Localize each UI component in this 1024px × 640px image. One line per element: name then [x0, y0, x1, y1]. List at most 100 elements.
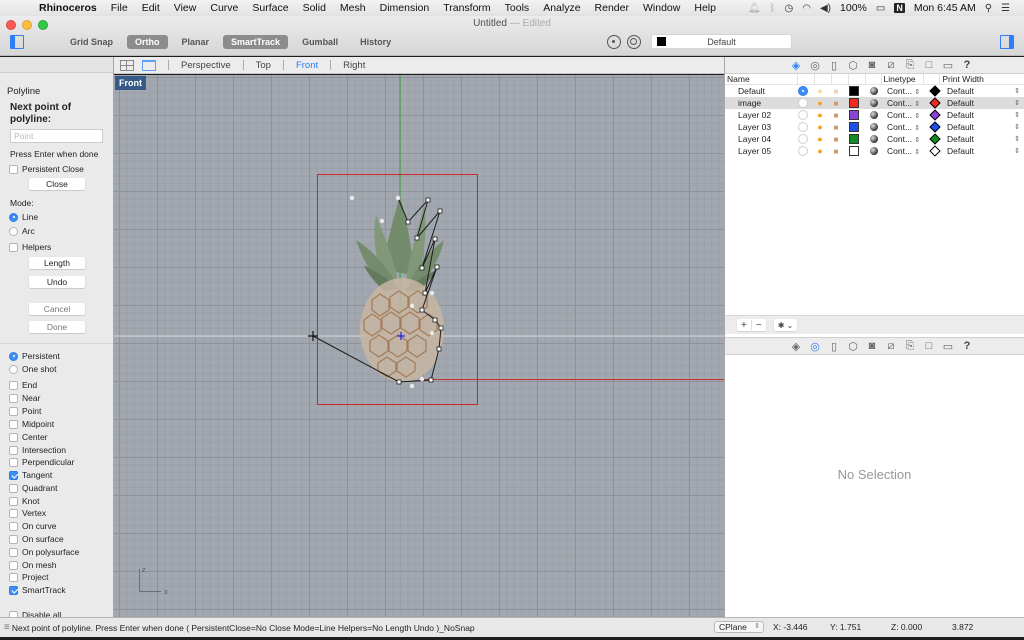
menu-transform[interactable]: Transform — [436, 2, 497, 14]
remove-layer-button[interactable]: − — [752, 320, 766, 331]
osnap-end-checkbox[interactable]: End — [9, 380, 37, 390]
layer-color-swatch[interactable] — [849, 134, 859, 144]
lightbulb-icon[interactable]: ● — [815, 98, 825, 108]
material-icon[interactable] — [870, 135, 878, 143]
lightbulb-icon[interactable]: ● — [815, 122, 825, 132]
osnap-project-checkbox[interactable]: Project — [9, 572, 48, 582]
osnap-on-mesh-checkbox[interactable]: On mesh — [9, 560, 57, 570]
battery-icon[interactable]: ▭ — [876, 3, 885, 14]
grid-icon[interactable]: ⧄ — [885, 59, 897, 71]
menu-analyze[interactable]: Analyze — [536, 2, 587, 14]
tab-top[interactable]: Top — [256, 60, 271, 71]
osnap-filter-icon[interactable] — [607, 35, 621, 49]
layer-row[interactable]: Layer 03 ● ■ Cont... ⇕ Default ⇕ — [725, 121, 1024, 133]
point-input[interactable] — [10, 129, 103, 143]
document-icon[interactable]: ▯ — [828, 59, 840, 72]
spotlight-search-icon[interactable]: ⚲ — [985, 3, 992, 14]
print-color-diamond-icon[interactable] — [929, 133, 941, 145]
tab-perspective[interactable]: Perspective — [181, 60, 231, 71]
object-icon[interactable]: ⬡ — [847, 340, 859, 353]
n-app-icon[interactable]: N — [894, 3, 905, 13]
layer-row[interactable]: Layer 04 ● ■ Cont... ⇕ Default ⇕ — [725, 133, 1024, 145]
camera-icon[interactable]: ◙ — [866, 340, 878, 352]
notes-icon[interactable]: ⎘ — [904, 340, 916, 352]
volume-icon[interactable]: ◀︎) — [820, 3, 831, 14]
frame-icon[interactable]: □ — [923, 59, 935, 71]
frame-icon[interactable]: □ — [923, 340, 935, 352]
col-print-width[interactable]: Print Width — [940, 74, 1024, 84]
current-layer-radio[interactable] — [798, 86, 808, 96]
cplane-select[interactable]: CPlane ⇕ — [714, 621, 764, 633]
col-linetype[interactable]: Linetype — [882, 74, 925, 84]
help-icon[interactable]: ? — [961, 340, 973, 352]
print-color-diamond-icon[interactable] — [929, 121, 941, 133]
print-color-diamond-icon[interactable] — [929, 85, 941, 97]
osnap-near-checkbox[interactable]: Near — [9, 393, 40, 403]
layer-row[interactable]: Layer 05 ● ■ Cont... ⇕ Default ⇕ — [725, 145, 1024, 157]
padlock-icon[interactable]: ■ — [831, 147, 841, 156]
print-width-select[interactable]: Default — [947, 122, 1017, 132]
lightbulb-icon[interactable]: ● — [815, 110, 825, 120]
menu-window[interactable]: Window — [636, 2, 687, 14]
layer-name[interactable]: Layer 05 — [725, 146, 798, 156]
osnap-on-surface-checkbox[interactable]: On surface — [9, 534, 64, 544]
material-icon[interactable] — [870, 99, 878, 107]
lightbulb-icon[interactable]: ● — [815, 146, 825, 156]
current-layer-select[interactable]: Default — [651, 34, 792, 49]
monitor-icon[interactable]: ▭ — [942, 340, 954, 353]
lightbulb-icon[interactable]: ● — [815, 134, 825, 144]
cancel-button[interactable]: Cancel — [29, 303, 85, 315]
menu-file[interactable]: File — [104, 2, 135, 14]
osnap-intersection-checkbox[interactable]: Intersection — [9, 445, 66, 455]
padlock-icon[interactable]: ■ — [831, 111, 841, 120]
layer-name[interactable]: image — [725, 98, 798, 108]
layer-name[interactable]: Default — [725, 86, 798, 96]
padlock-icon[interactable]: ■ — [831, 87, 841, 96]
print-color-diamond-icon[interactable] — [929, 109, 941, 121]
linetype-select[interactable]: Cont... ⇕ — [887, 110, 925, 120]
menu-render[interactable]: Render — [588, 2, 636, 14]
layers-icon[interactable]: ◈ — [790, 59, 802, 72]
notification-center-icon[interactable]: ☰ — [1001, 3, 1010, 14]
history-toggle[interactable]: History — [352, 35, 399, 49]
menu-tools[interactable]: Tools — [498, 2, 537, 14]
object-icon[interactable]: ⬡ — [847, 59, 859, 72]
wifi-icon[interactable]: ◠ — [802, 3, 811, 14]
menu-view[interactable]: View — [167, 2, 204, 14]
toggle-right-sidebar-icon[interactable] — [1000, 35, 1014, 49]
print-color-diamond-icon[interactable] — [929, 97, 941, 109]
col-name[interactable]: Name — [725, 74, 798, 84]
layer-name[interactable]: Layer 02 — [725, 110, 798, 120]
material-icon[interactable] — [870, 111, 878, 119]
current-layer-radio[interactable] — [798, 110, 808, 120]
time-machine-icon[interactable]: ◷ — [785, 3, 794, 14]
bell-icon[interactable]: 🔔︎ — [748, 3, 761, 14]
planar-toggle[interactable]: Planar — [174, 35, 218, 49]
material-icon[interactable] — [870, 123, 878, 131]
current-layer-radio[interactable] — [798, 122, 808, 132]
gumball-toggle[interactable]: Gumball — [294, 35, 346, 49]
document-icon[interactable]: ▯ — [828, 340, 840, 353]
smarttrack-toggle[interactable]: SmartTrack — [223, 35, 289, 49]
grid-snap-toggle[interactable]: Grid Snap — [62, 35, 121, 49]
menu-solid[interactable]: Solid — [296, 2, 333, 14]
layer-color-swatch[interactable] — [849, 110, 859, 120]
length-button[interactable]: Length — [29, 257, 85, 269]
linetype-select[interactable]: Cont... ⇕ — [887, 86, 925, 96]
linetype-select[interactable]: Cont... ⇕ — [887, 98, 925, 108]
padlock-icon[interactable]: ■ — [831, 123, 841, 132]
print-width-select[interactable]: Default — [947, 86, 1017, 96]
osnap-point-checkbox[interactable]: Point — [9, 406, 41, 416]
four-viewports-icon[interactable] — [120, 59, 134, 71]
monitor-icon[interactable]: ▭ — [942, 59, 954, 72]
current-layer-radio[interactable] — [798, 134, 808, 144]
current-layer-radio[interactable] — [798, 98, 808, 108]
osnap-knot-checkbox[interactable]: Knot — [9, 496, 40, 506]
padlock-icon[interactable]: ■ — [831, 135, 841, 144]
pineapple-image[interactable] — [356, 195, 444, 382]
osnap-midpoint-checkbox[interactable]: Midpoint — [9, 419, 54, 429]
viewport-title[interactable]: Front — [115, 76, 146, 90]
osnap-quadrant-checkbox[interactable]: Quadrant — [9, 483, 57, 493]
layer-name[interactable]: Layer 04 — [725, 134, 798, 144]
menu-edit[interactable]: Edit — [135, 2, 167, 14]
